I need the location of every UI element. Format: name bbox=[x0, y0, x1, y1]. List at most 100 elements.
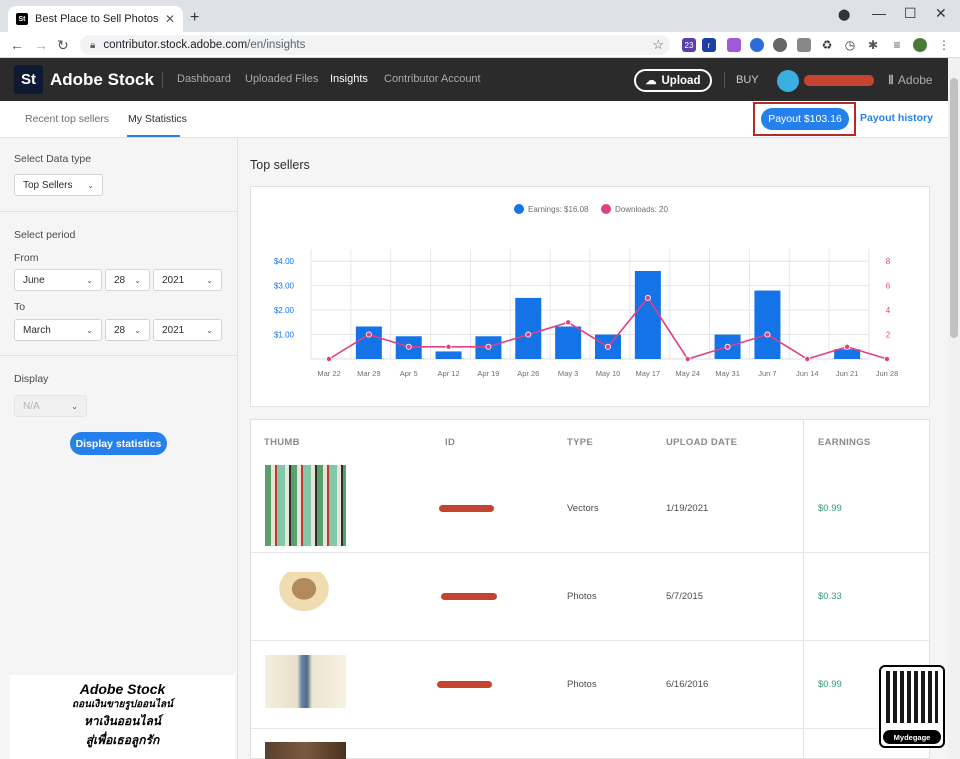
y-left-tick-label: $2.00 bbox=[274, 306, 295, 315]
earnings-bar bbox=[555, 326, 582, 359]
profile-dropdown-icon[interactable]: ⬤ bbox=[838, 8, 850, 21]
earnings-bar bbox=[355, 326, 382, 359]
tab-close-icon[interactable]: ✕ bbox=[165, 12, 175, 26]
x-tick-label: Apr 5 bbox=[400, 369, 418, 378]
x-tick-label: Apr 26 bbox=[517, 369, 539, 378]
bookmark-star-icon[interactable]: ☆ bbox=[652, 37, 664, 53]
nav-insights[interactable]: Insights bbox=[330, 73, 368, 85]
to-year-select[interactable]: 2021 ⌄ bbox=[153, 319, 222, 341]
extension-icon[interactable] bbox=[797, 38, 811, 52]
upload-button[interactable]: ☁ Upload bbox=[634, 69, 712, 92]
back-icon[interactable]: ← bbox=[10, 37, 24, 53]
forward-icon[interactable]: → bbox=[34, 37, 48, 53]
table-row-thumbnail[interactable] bbox=[265, 465, 346, 546]
promo-line-2: ถอนเงินขายรูปออนไลน์ bbox=[72, 699, 173, 710]
browser-tab[interactable]: St Best Place to Sell Photos Online. ✕ bbox=[8, 6, 183, 32]
new-tab-icon[interactable]: + bbox=[190, 9, 199, 27]
col-header-id[interactable]: ID bbox=[445, 437, 455, 448]
row-type: Photos bbox=[567, 591, 597, 602]
period-label: Select period bbox=[14, 229, 76, 241]
tab-title: Best Place to Sell Photos Online. bbox=[35, 13, 161, 25]
downloads-point bbox=[326, 355, 333, 362]
table-row-thumbnail[interactable] bbox=[276, 572, 332, 614]
to-day-select[interactable]: 28 ⌄ bbox=[105, 319, 150, 341]
promo-line-1: Adobe Stock bbox=[79, 681, 166, 697]
brand-name[interactable]: Adobe Stock bbox=[50, 70, 154, 90]
data-type-select[interactable]: Top Sellers ⌄ bbox=[14, 174, 103, 196]
browser-menu-icon[interactable]: ⋮ bbox=[937, 38, 951, 52]
table-row-thumbnail[interactable] bbox=[265, 742, 346, 759]
display-select[interactable]: N/A ⌄ bbox=[14, 395, 87, 417]
nav-uploaded-files[interactable]: Uploaded Files bbox=[245, 73, 318, 85]
recycle-icon[interactable]: ♻ bbox=[820, 38, 834, 52]
qr-code-watermark: Mydegage bbox=[879, 665, 945, 748]
x-tick-label: May 10 bbox=[596, 369, 621, 378]
url-host: contributor.stock.adobe.com bbox=[103, 39, 248, 51]
downloads-point bbox=[565, 319, 572, 326]
from-year-select[interactable]: 2021 ⌄ bbox=[153, 269, 222, 291]
buy-link[interactable]: BUY bbox=[736, 74, 759, 86]
x-tick-label: May 3 bbox=[558, 369, 578, 378]
display-statistics-button[interactable]: Display statistics bbox=[70, 432, 167, 455]
adobe-link[interactable]: Ⅱ Adobe bbox=[888, 73, 933, 87]
adobe-stock-logo[interactable]: St bbox=[14, 65, 43, 94]
media-icon[interactable]: ≡ bbox=[890, 38, 904, 52]
from-day-select[interactable]: 28 ⌄ bbox=[105, 269, 150, 291]
maximize-icon[interactable]: ☐ bbox=[904, 5, 917, 22]
redacted-username bbox=[804, 75, 874, 86]
payout-history-link[interactable]: Payout history bbox=[860, 112, 933, 124]
browser-toolbar: ← → ↻ 🔒︎ contributor.stock.adobe.com/en/… bbox=[0, 32, 960, 58]
minimize-icon[interactable]: — bbox=[872, 5, 886, 21]
page-scrollbar[interactable] bbox=[948, 58, 960, 759]
promo-line-4: สู่เพื่อเธอลูกรัก bbox=[85, 733, 160, 747]
row-divider bbox=[251, 552, 929, 553]
extension-icon[interactable] bbox=[750, 38, 764, 52]
tab-my-statistics[interactable]: My Statistics bbox=[128, 113, 187, 125]
extension-icon[interactable] bbox=[773, 38, 787, 52]
browser-tab-strip: St Best Place to Sell Photos Online. ✕ +… bbox=[0, 0, 960, 32]
reload-icon[interactable]: ↻ bbox=[57, 37, 69, 54]
active-tab-indicator bbox=[127, 135, 180, 137]
user-avatar[interactable] bbox=[777, 70, 799, 92]
extension-23-icon[interactable]: 23 bbox=[682, 38, 696, 52]
x-tick-label: Jun 21 bbox=[836, 369, 859, 378]
chevron-down-icon: ⌄ bbox=[86, 325, 93, 335]
chevron-down-icon: ⌄ bbox=[71, 401, 78, 411]
to-year-value: 2021 bbox=[162, 324, 185, 336]
downloads-point bbox=[764, 331, 771, 338]
chevron-down-icon: ⌄ bbox=[206, 325, 213, 335]
tab-recent-top-sellers[interactable]: Recent top sellers bbox=[25, 113, 109, 125]
window-close-icon[interactable]: ✕ bbox=[935, 5, 947, 22]
chart-card: $1.00 $2.00 $3.00 $4.00 2 4 6 8 Mar 22 Mar 29 Apr … bbox=[250, 186, 930, 407]
col-header-earnings[interactable]: EARNINGS bbox=[818, 437, 871, 448]
col-header-thumb[interactable]: THUMB bbox=[264, 437, 300, 448]
to-month-select[interactable]: March ⌄ bbox=[14, 319, 102, 341]
from-month-select[interactable]: June ⌄ bbox=[14, 269, 102, 291]
qr-code-icon bbox=[886, 671, 938, 723]
puzzle-icon[interactable]: ✱ bbox=[866, 38, 880, 52]
tab-favicon: St bbox=[16, 13, 28, 25]
nav-contributor-account[interactable]: Contributor Account bbox=[384, 73, 481, 85]
clock-icon[interactable]: ◷ bbox=[843, 38, 857, 52]
downloads-point bbox=[644, 294, 651, 301]
downloads-point bbox=[525, 331, 532, 338]
nav-dashboard[interactable]: Dashboard bbox=[177, 73, 231, 85]
table-row-thumbnail[interactable] bbox=[265, 655, 346, 708]
profile-avatar[interactable] bbox=[913, 38, 927, 52]
payout-button[interactable]: Payout $103.16 bbox=[761, 108, 849, 130]
earnings-bar bbox=[515, 297, 542, 359]
earnings-bar bbox=[435, 351, 462, 359]
col-header-upload-date[interactable]: UPLOAD DATE bbox=[666, 437, 737, 448]
scrollbar-thumb[interactable] bbox=[950, 78, 958, 338]
chevron-down-icon: ⌄ bbox=[206, 275, 213, 285]
promo-line-3: หาเงินออนไลน์ bbox=[83, 714, 162, 728]
extension-redir-icon[interactable]: r bbox=[702, 38, 716, 52]
col-header-type[interactable]: TYPE bbox=[567, 437, 593, 448]
cloud-upload-icon: ☁ bbox=[645, 75, 657, 87]
from-year-value: 2021 bbox=[162, 274, 185, 286]
address-bar[interactable]: 🔒︎ contributor.stock.adobe.com/en/insigh… bbox=[80, 35, 670, 55]
to-day-value: 28 bbox=[114, 324, 126, 336]
extension-icon[interactable] bbox=[727, 38, 741, 52]
top-sellers-chart: $1.00 $2.00 $3.00 $4.00 2 4 6 8 Mar 22 Mar 29 Apr … bbox=[274, 204, 898, 378]
chevron-down-icon: ⌄ bbox=[86, 275, 93, 285]
